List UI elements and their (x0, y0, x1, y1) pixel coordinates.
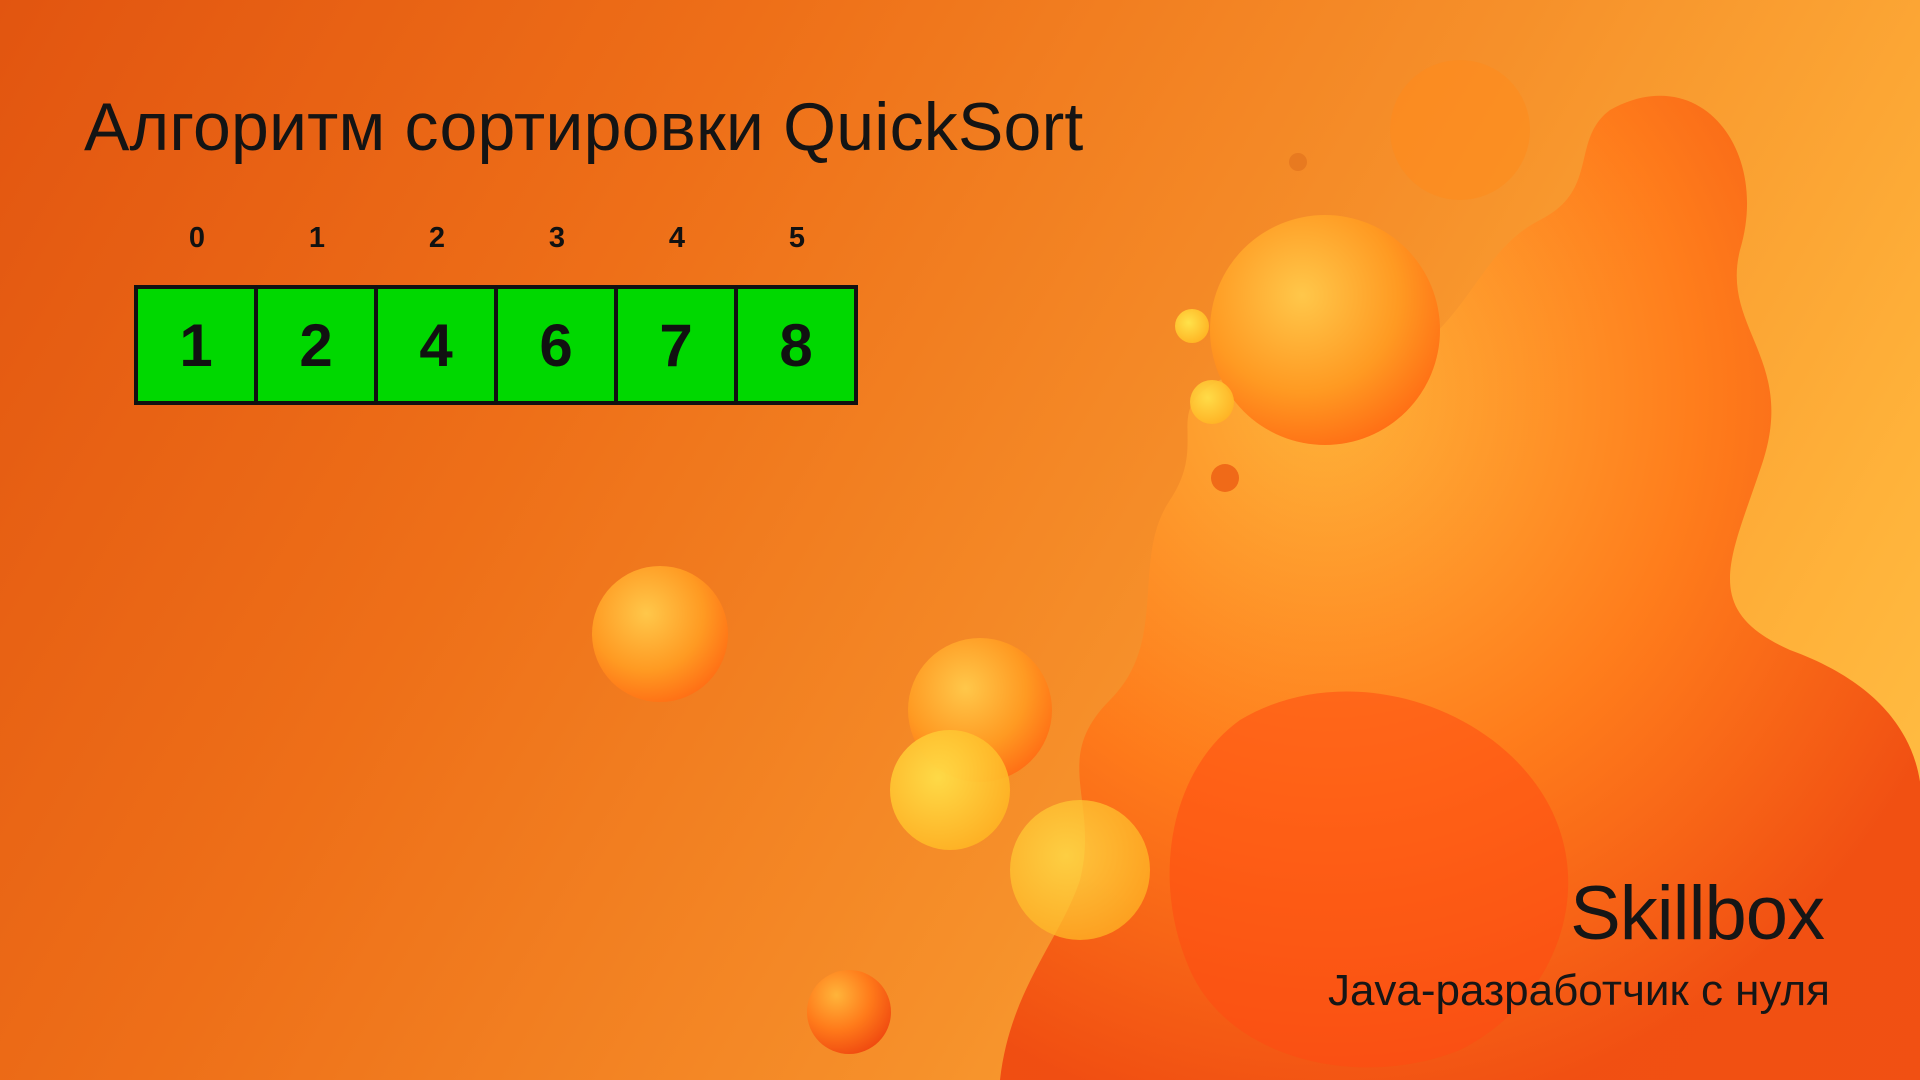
array-cell: 8 (738, 289, 854, 401)
array-cell: 4 (378, 289, 494, 401)
array-cell: 6 (498, 289, 614, 401)
array-cell: 7 (618, 289, 734, 401)
array-cell: 1 (138, 289, 254, 401)
array-index: 0 (188, 222, 206, 254)
array-indices: 0 1 2 3 4 5 (137, 222, 858, 262)
array-index: 1 (308, 222, 326, 254)
array-cells: 1 2 4 6 7 8 (134, 285, 858, 405)
array-diagram: 0 1 2 3 4 5 1 2 4 6 7 8 (134, 222, 858, 405)
array-index: 2 (428, 222, 446, 254)
array-cell: 2 (258, 289, 374, 401)
array-index: 4 (668, 222, 686, 254)
skillbox-logo: Skillbox (1570, 871, 1825, 956)
array-index: 3 (548, 222, 566, 254)
course-name: Java-разработчик с нуля (1327, 966, 1830, 1015)
slide-title: Алгоритм сортировки QuickSort (84, 89, 1084, 165)
array-index: 5 (788, 222, 806, 254)
